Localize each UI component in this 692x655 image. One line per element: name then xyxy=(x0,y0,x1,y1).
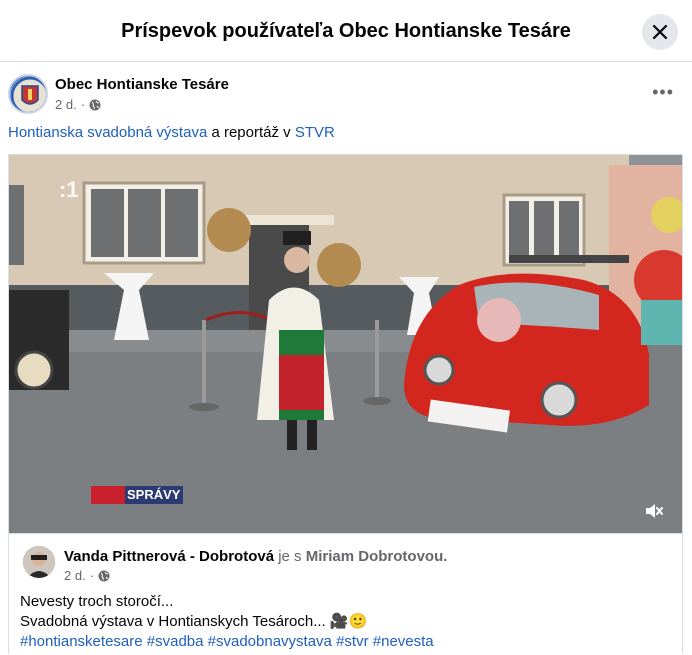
hashtag-link[interactable]: #hontiansketesare xyxy=(20,633,143,650)
news-badge-label: SPRÁVY xyxy=(127,487,181,502)
tv-channel-logo: :1 xyxy=(59,177,79,202)
page-name[interactable]: Obec Hontianske Tesáre xyxy=(55,76,229,93)
hashtag-link[interactable]: #stvr xyxy=(336,633,369,650)
dialog-title: Príspevok používateľa Obec Hontianske Te… xyxy=(121,20,571,42)
news-badge: SPRÁVY xyxy=(91,486,183,504)
link-stvr[interactable]: STVR xyxy=(295,124,335,141)
hashtag-list: #hontiansketesare #svadba #svadobnavysta… xyxy=(20,632,434,652)
globe-icon xyxy=(89,99,101,110)
globe-icon xyxy=(98,570,110,581)
meta-separator: · xyxy=(80,97,86,112)
shared-author-name[interactable]: Vanda Pittnerová - Dobrotová xyxy=(64,548,274,565)
dialog-header: Príspevok používateľa Obec Hontianske Te… xyxy=(0,0,692,62)
speaker-muted-icon xyxy=(646,504,663,518)
shared-post-meta: 2 d. · xyxy=(64,568,110,583)
shared-text-line1: Nevesty troch storočí... xyxy=(20,593,174,610)
page-avatar[interactable] xyxy=(8,74,48,114)
shared-author-line: Vanda Pittnerová - Dobrotová je s Miriam… xyxy=(64,548,447,565)
post-time[interactable]: 2 d. xyxy=(55,97,77,112)
video-frame xyxy=(9,155,682,533)
link-hontianska-vystava[interactable]: Hontianska svadobná výstava xyxy=(8,124,207,141)
video-player[interactable]: :1 SPRÁVY xyxy=(9,155,682,533)
close-button[interactable] xyxy=(642,14,678,50)
close-icon xyxy=(652,24,668,40)
shared-post-card: :1 SPRÁVY Vanda Pittnerová - Dobrotová j… xyxy=(8,154,683,654)
hashtag-link[interactable]: #nevesta xyxy=(373,633,434,650)
post-text-middle: a reportáž v xyxy=(207,124,295,141)
post: Obec Hontianske Tesáre 2 d. · ••• Hontia… xyxy=(0,62,692,654)
news-badge-accent xyxy=(91,486,125,504)
shared-post-text: Nevesty troch storočí... Svadobná výstav… xyxy=(20,592,434,652)
more-options-button[interactable]: ••• xyxy=(652,82,674,103)
mute-button[interactable] xyxy=(644,501,664,521)
shared-text-line2: Svadobná výstava v Hontianskych Tesároch… xyxy=(20,613,368,630)
shared-with-person[interactable]: Miriam Dobrotovou. xyxy=(306,548,448,565)
shared-meta-separator: · xyxy=(89,568,95,583)
hashtag-link[interactable]: #svadobnavystava xyxy=(208,633,332,650)
shared-post: Vanda Pittnerová - Dobrotová je s Miriam… xyxy=(9,533,682,655)
post-meta: 2 d. · xyxy=(55,97,101,112)
shared-author-avatar[interactable] xyxy=(23,546,55,578)
shared-post-time[interactable]: 2 d. xyxy=(64,568,86,583)
hashtag-link[interactable]: #svadba xyxy=(147,633,204,650)
post-text: Hontianska svadobná výstava a reportáž v… xyxy=(8,124,335,141)
shared-with-text: je s xyxy=(274,548,306,565)
